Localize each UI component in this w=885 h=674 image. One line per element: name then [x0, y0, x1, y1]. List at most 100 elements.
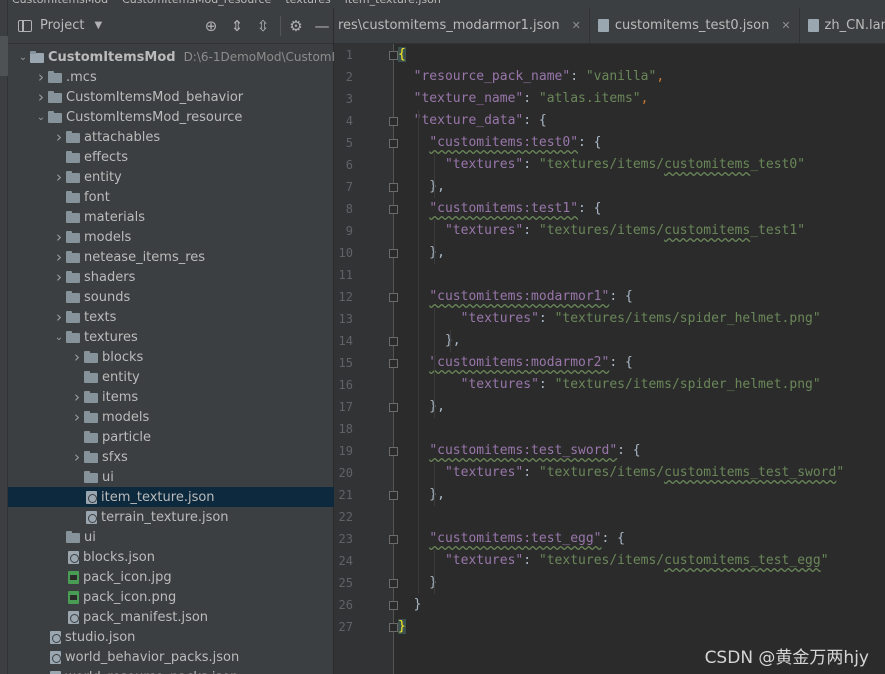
tree-file-item[interactable]: pack_manifest.json — [8, 607, 334, 627]
tree-folder-item[interactable]: ⌄ CustomItemsMod_resource — [8, 107, 334, 127]
tree-file-item[interactable]: world_resource_packs.json — [8, 667, 334, 674]
indent-guide — [434, 220, 435, 264]
tree-folder-item[interactable]: font — [8, 187, 334, 207]
tree-item-label: blocks.json — [83, 549, 155, 565]
code-editor[interactable]: 1 2 3 4 5 6 7 8 9 10 11 12 13 14 15 16 17 18 19 20 21 22 23 24 2… — [334, 44, 885, 674]
code-token: : { — [578, 201, 602, 216]
json-file-icon — [50, 630, 61, 644]
tree-file-item[interactable]: blocks.json — [8, 547, 334, 567]
chevron-right-icon[interactable]: › — [52, 248, 66, 266]
line-number: 1 — [345, 48, 353, 62]
editor-tab[interactable]: customitems_test0.json ✕ — [590, 8, 800, 43]
fold-marker-icon[interactable] — [389, 249, 398, 258]
chevron-right-icon[interactable]: › — [52, 228, 66, 246]
tree-folder-item[interactable]: entity — [8, 367, 334, 387]
chevron-down-icon[interactable]: ▼ — [94, 20, 102, 31]
tree-folder-item[interactable]: › entity — [8, 167, 334, 187]
chevron-right-icon[interactable]: › — [70, 408, 84, 426]
chevron-right-icon[interactable]: › — [52, 168, 66, 186]
tree-folder-item[interactable]: ⌄ CustomItemsMod D:\6-1DemoMod\CustomIter — [8, 47, 334, 67]
fold-marker-icon[interactable] — [389, 403, 398, 412]
tree-folder-item[interactable]: ⌄ textures — [8, 327, 334, 347]
tree-folder-item[interactable]: sounds — [8, 287, 334, 307]
tree-file-item[interactable]: studio.json — [8, 627, 334, 647]
tree-folder-item[interactable]: › models — [8, 407, 334, 427]
editor-tab[interactable]: zh_CN.lang✕ — [800, 8, 885, 43]
tab-label: res\customitems_modarmor1.json — [338, 18, 560, 33]
fold-marker-icon[interactable] — [389, 293, 398, 302]
breadcrumb-item[interactable]: CustomItemsMod — [12, 0, 108, 6]
tree-file-item[interactable]: pack_icon.png — [8, 587, 334, 607]
chevron-right-icon[interactable]: › — [70, 388, 84, 406]
chevron-right-icon[interactable]: › — [70, 448, 84, 466]
tree-folder-item[interactable]: › items — [8, 387, 334, 407]
chevron-right-icon[interactable]: › — [34, 88, 48, 106]
tree-folder-item[interactable]: › blocks — [8, 347, 334, 367]
tree-folder-item[interactable]: ui — [8, 467, 334, 487]
code-line: "textures": "textures/items/spider_helme… — [398, 374, 821, 396]
locate-file-icon[interactable]: ⊕ — [200, 15, 222, 37]
tree-folder-item[interactable]: › netease_items_res — [8, 247, 334, 267]
fold-marker-icon[interactable] — [389, 117, 398, 126]
chevron-right-icon[interactable]: › — [70, 348, 84, 366]
tree-folder-item[interactable]: › models — [8, 227, 334, 247]
tree-folder-item[interactable]: effects — [8, 147, 334, 167]
fold-marker-icon[interactable] — [389, 623, 398, 632]
chevron-right-icon[interactable]: › — [52, 268, 66, 286]
tree-folder-item[interactable]: materials — [8, 207, 334, 227]
chevron-down-icon[interactable]: ⌄ — [34, 112, 48, 123]
editor-tab[interactable]: res\customitems_modarmor1.json ✕ — [334, 8, 590, 43]
fold-marker-icon[interactable] — [389, 447, 398, 456]
close-icon[interactable]: ✕ — [572, 19, 581, 32]
tree-item-label: sfxs — [102, 449, 128, 465]
tree-file-item[interactable]: item_texture.json — [8, 487, 334, 507]
folder-icon — [84, 410, 98, 423]
chevron-down-icon[interactable]: ⌄ — [52, 332, 66, 343]
fold-marker-icon[interactable] — [389, 579, 398, 588]
code-token: _test0" — [750, 157, 806, 172]
fold-marker-icon[interactable] — [389, 601, 398, 610]
collapse-all-icon[interactable]: ⇳ — [252, 15, 274, 37]
project-view-selector[interactable]: Project — [40, 18, 84, 33]
project-panel: Project ▼ ⊕ ⇕ ⇳ ⚙ — ⌄ CustomItemsMod D:\6-… — [8, 8, 334, 674]
fold-marker-icon[interactable] — [389, 359, 398, 368]
chevron-right-icon[interactable]: › — [52, 308, 66, 326]
code-token: "atlas.items" — [538, 91, 641, 106]
code-token: customitems_test_egg — [664, 553, 821, 568]
fold-marker-icon[interactable] — [389, 205, 398, 214]
line-number: 24 — [338, 554, 353, 568]
close-icon[interactable]: ✕ — [781, 19, 790, 32]
chevron-down-icon[interactable]: ⌄ — [16, 52, 30, 63]
expand-all-icon[interactable]: ⇕ — [226, 15, 248, 37]
tree-file-item[interactable]: pack_icon.jpg — [8, 567, 334, 587]
breadcrumb-item[interactable]: CustomItemsMod_resource — [122, 0, 271, 6]
fold-marker-icon[interactable] — [389, 535, 398, 544]
chevron-right-icon[interactable]: › — [52, 128, 66, 146]
line-number: 12 — [338, 290, 353, 304]
hide-panel-icon[interactable]: — — [311, 15, 333, 37]
fold-marker-icon[interactable] — [389, 139, 398, 148]
tree-folder-item[interactable]: › texts — [8, 307, 334, 327]
chevron-right-icon[interactable]: › — [34, 68, 48, 86]
breadcrumb-item[interactable]: item_texture.json — [345, 0, 441, 6]
tree-folder-item[interactable]: particle — [8, 427, 334, 447]
fold-marker-icon[interactable] — [389, 51, 398, 60]
fold-marker-icon[interactable] — [389, 491, 398, 500]
tree-file-item[interactable]: terrain_texture.json — [8, 507, 334, 527]
tree-file-item[interactable]: world_behavior_packs.json — [8, 647, 334, 667]
tree-folder-item[interactable]: › sfxs — [8, 447, 334, 467]
tree-folder-item[interactable]: › shaders — [8, 267, 334, 287]
tree-folder-item[interactable]: › CustomItemsMod_behavior — [8, 87, 334, 107]
code-token: customitems — [664, 223, 751, 238]
code-token: customitems — [664, 157, 751, 172]
fold-marker-icon[interactable] — [389, 183, 398, 192]
gear-icon[interactable]: ⚙ — [285, 15, 307, 37]
indent-guide — [434, 462, 435, 506]
tree-folder-item[interactable]: ui — [8, 527, 334, 547]
tree-folder-item[interactable]: › .mcs — [8, 67, 334, 87]
fold-marker-icon[interactable] — [389, 337, 398, 346]
breadcrumb-item[interactable]: textures — [285, 0, 330, 6]
project-tool-tab[interactable] — [0, 36, 8, 76]
tree-folder-item[interactable]: › attachables — [8, 127, 334, 147]
